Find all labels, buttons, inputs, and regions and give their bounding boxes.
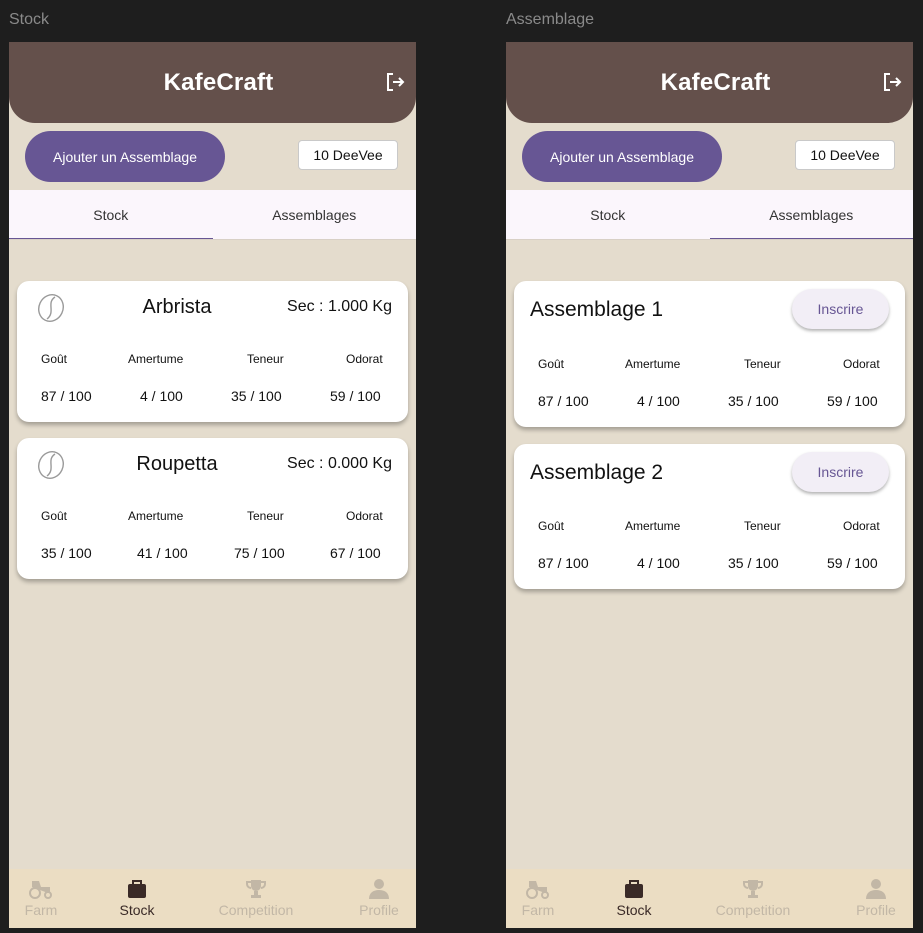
bean-name: Roupetta <box>136 453 218 475</box>
stock-bag-icon <box>128 880 146 898</box>
dry-weight: Sec : 1.000 Kg <box>287 298 392 315</box>
stock-bag-icon <box>625 880 643 898</box>
nav-label-profile: Profile <box>359 902 399 918</box>
balance-badge: 10 DeeVee <box>795 140 895 170</box>
logout-icon[interactable] <box>880 70 904 94</box>
stat-label-teneur: Teneur <box>247 509 284 523</box>
nav-item-stock[interactable]: Stock <box>117 869 157 928</box>
app-bar: KafeCraft <box>506 42 913 123</box>
stat-value-gout: 87 / 100 <box>41 388 92 404</box>
blend-card[interactable]: Assemblage 1 Inscrire Goût Amertume Tene… <box>514 281 905 427</box>
tab-stock[interactable]: Stock <box>9 190 213 240</box>
nav-label-competition: Competition <box>715 902 791 918</box>
stat-label-odorat: Odorat <box>346 352 383 366</box>
tractor-icon <box>526 881 549 899</box>
nav-label-competition: Competition <box>218 902 294 918</box>
frame-label-stock: Stock <box>9 11 50 28</box>
stat-value-odorat: 59 / 100 <box>827 393 878 409</box>
add-blend-button[interactable]: Ajouter un Assemblage <box>522 131 722 182</box>
stock-screen: KafeCraft Ajouter un Assemblage 10 DeeVe… <box>9 42 416 928</box>
nav-label-profile: Profile <box>856 902 896 918</box>
nav-item-profile[interactable]: Profile <box>852 869 900 928</box>
stat-label-amertume: Amertume <box>625 357 681 371</box>
stat-label-odorat: Odorat <box>346 509 383 523</box>
tab-assemblages[interactable]: Assemblages <box>709 190 914 240</box>
bean-name: Arbrista <box>142 296 212 318</box>
frame-label-assemblage: Assemblage <box>506 11 595 28</box>
stat-value-amertume: 4 / 100 <box>637 393 680 409</box>
register-button[interactable]: Inscrire <box>792 452 889 492</box>
tractor-icon <box>29 881 52 899</box>
stat-label-gout: Goût <box>41 509 68 523</box>
nav-label-farm: Farm <box>521 902 555 918</box>
blend-name: Assemblage 1 <box>530 298 664 321</box>
stock-card[interactable]: Roupetta Sec : 0.000 Kg Goût Amertume Te… <box>17 438 408 579</box>
blend-card[interactable]: Assemblage 2 Inscrire Goût Amertume Tene… <box>514 444 905 589</box>
stat-label-teneur: Teneur <box>247 352 284 366</box>
trophy-icon <box>246 880 266 898</box>
stat-value-odorat: 59 / 100 <box>827 555 878 571</box>
nav-item-farm[interactable]: Farm <box>518 869 558 928</box>
stat-label-odorat: Odorat <box>843 519 880 533</box>
nav-item-stock[interactable]: Stock <box>614 869 654 928</box>
nav-label-stock: Stock <box>119 902 155 918</box>
tab-bar: Stock Assemblages <box>506 190 913 240</box>
coffee-bean-icon <box>38 451 64 479</box>
coffee-bean-icon <box>38 294 64 322</box>
register-button[interactable]: Inscrire <box>792 289 889 329</box>
stat-value-teneur: 35 / 100 <box>728 393 779 409</box>
bottom-navigation: Farm Stock Competition Profile <box>506 869 913 928</box>
nav-item-profile[interactable]: Profile <box>355 869 403 928</box>
stat-label-amertume: Amertume <box>128 509 184 523</box>
bottom-navigation: Farm Stock Competition Profile <box>9 869 416 928</box>
tab-bar: Stock Assemblages <box>9 190 416 240</box>
stat-value-gout: 35 / 100 <box>41 545 92 561</box>
stat-value-amertume: 4 / 100 <box>637 555 680 571</box>
nav-item-competition[interactable]: Competition <box>711 869 795 928</box>
app-bar: KafeCraft <box>9 42 416 123</box>
tabs-divider <box>9 239 416 240</box>
stat-value-teneur: 35 / 100 <box>231 388 282 404</box>
stat-label-gout: Goût <box>41 352 68 366</box>
stock-card[interactable]: Arbrista Sec : 1.000 Kg Goût Amertume Te… <box>17 281 408 422</box>
nav-item-farm[interactable]: Farm <box>21 869 61 928</box>
add-blend-button[interactable]: Ajouter un Assemblage <box>25 131 225 182</box>
nav-item-competition[interactable]: Competition <box>214 869 298 928</box>
trophy-icon <box>743 880 763 898</box>
stat-label-amertume: Amertume <box>128 352 184 366</box>
stat-value-amertume: 41 / 100 <box>137 545 188 561</box>
balance-badge: 10 DeeVee <box>298 140 398 170</box>
stat-value-amertume: 4 / 100 <box>140 388 183 404</box>
stat-label-gout: Goût <box>538 357 565 371</box>
person-icon <box>369 879 389 899</box>
stat-label-amertume: Amertume <box>625 519 681 533</box>
nav-label-farm: Farm <box>24 902 58 918</box>
stat-value-gout: 87 / 100 <box>538 393 589 409</box>
stat-value-odorat: 59 / 100 <box>330 388 381 404</box>
stat-label-teneur: Teneur <box>744 519 781 533</box>
assemblage-screen: KafeCraft Ajouter un Assemblage 10 DeeVe… <box>506 42 913 928</box>
tabs-divider <box>506 239 913 240</box>
stat-value-gout: 87 / 100 <box>538 555 589 571</box>
dry-weight: Sec : 0.000 Kg <box>287 455 392 472</box>
stat-label-teneur: Teneur <box>744 357 781 371</box>
tab-assemblages[interactable]: Assemblages <box>213 190 417 240</box>
stat-value-teneur: 75 / 100 <box>234 545 285 561</box>
app-title: KafeCraft <box>660 68 771 96</box>
tab-stock[interactable]: Stock <box>506 190 710 240</box>
logout-icon[interactable] <box>383 70 407 94</box>
stat-value-odorat: 67 / 100 <box>330 545 381 561</box>
person-icon <box>866 879 886 899</box>
nav-label-stock: Stock <box>616 902 652 918</box>
app-title: KafeCraft <box>163 68 274 96</box>
stat-label-gout: Goût <box>538 519 565 533</box>
blend-name: Assemblage 2 <box>530 461 664 484</box>
stat-label-odorat: Odorat <box>843 357 880 371</box>
stat-value-teneur: 35 / 100 <box>728 555 779 571</box>
